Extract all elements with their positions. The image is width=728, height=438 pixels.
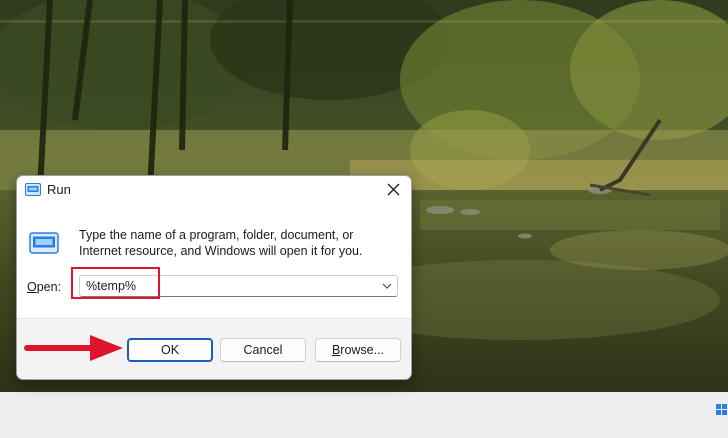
browse-button[interactable]: Browse... — [315, 338, 401, 362]
close-icon — [387, 183, 400, 196]
cancel-button[interactable]: Cancel — [220, 338, 306, 362]
close-button[interactable] — [377, 176, 411, 204]
dialog-titlebar[interactable]: Run — [17, 176, 411, 204]
dialog-title: Run — [47, 182, 71, 197]
open-label-accesskey: O — [27, 280, 37, 294]
run-app-icon — [29, 232, 59, 254]
run-app-icon — [25, 183, 41, 196]
chevron-down-icon[interactable] — [380, 279, 394, 293]
open-label: Open: — [27, 280, 61, 294]
browse-label: rowse... — [340, 343, 385, 357]
instructions-text: Type the name of a program, folder, docu… — [79, 228, 363, 258]
dialog-footer: OK Cancel Browse... — [17, 318, 411, 379]
taskbar-strip — [0, 392, 728, 438]
run-dialog: Run Type the name of a program, folder, … — [16, 175, 412, 380]
ok-button[interactable]: OK — [127, 338, 213, 362]
open-label-text: pen: — [36, 280, 62, 294]
open-combobox[interactable] — [79, 275, 398, 297]
tray-tile-icon — [716, 404, 727, 415]
open-input[interactable] — [80, 276, 376, 296]
